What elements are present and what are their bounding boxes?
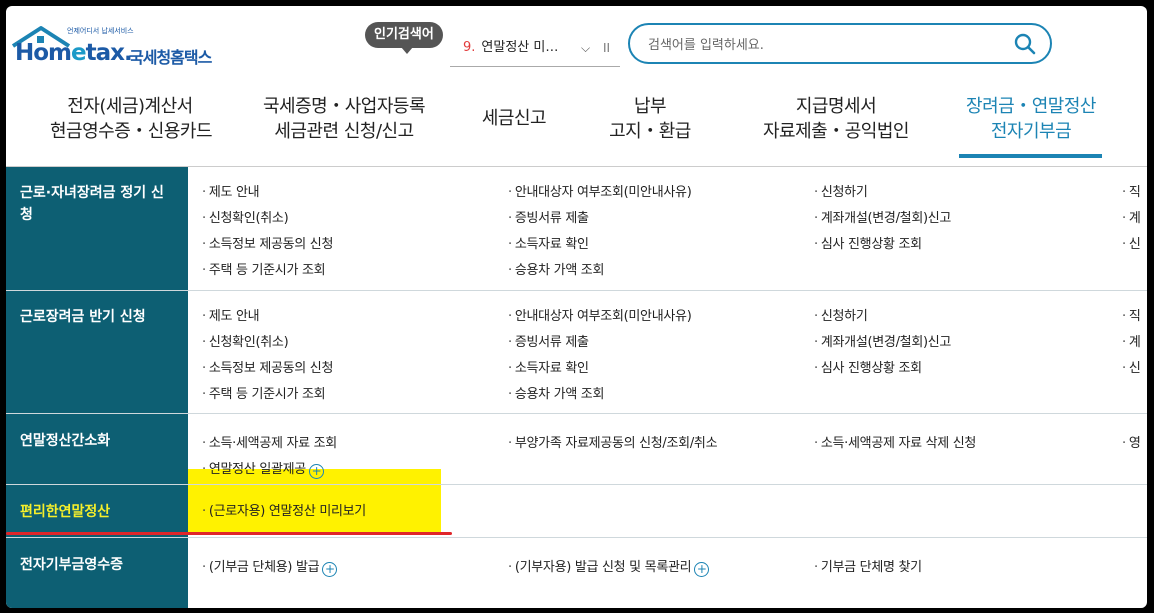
menu-row-highlighted: 편리한연말정산 (근로자용) 연말정산 미리보기: [6, 485, 1147, 538]
red-underline-annotation: [6, 532, 452, 535]
menu-link[interactable]: 신청하기: [814, 181, 868, 200]
nav-tab-payment-statement[interactable]: 지급명세서 자료제출・공익법인: [746, 94, 926, 144]
hometax-logo[interactable]: 언제어디서 납세서비스 Hometax. 국세청홈택스: [11, 24, 226, 72]
menu-link[interactable]: 계: [1122, 207, 1141, 226]
menu-link[interactable]: 기부금 단체명 찾기: [814, 556, 922, 575]
pause-icon[interactable]: II: [603, 30, 610, 66]
nav-tab-payment[interactable]: 납부 고지・환급: [600, 94, 700, 144]
menu-link[interactable]: 소득·세액공제 자료 조회: [202, 432, 337, 451]
nav-tab-tax-return[interactable]: 세금신고: [474, 106, 554, 131]
row-title[interactable]: 전자기부금영수증: [6, 538, 188, 608]
chevron-down-icon[interactable]: ⌵: [581, 30, 590, 66]
menu-link[interactable]: 신: [1122, 233, 1141, 252]
menu-link[interactable]: 영: [1122, 432, 1141, 451]
plus-icon[interactable]: +: [322, 562, 338, 577]
ranking-term[interactable]: 연말정산 미…: [481, 40, 558, 55]
search-input[interactable]: [646, 33, 1010, 57]
menu-link[interactable]: 소득정보 제공동의 신청: [202, 357, 334, 376]
nav-tab-year-end-settlement[interactable]: 장려금・연말정산 전자기부금: [956, 94, 1106, 144]
main-navigation: 전자(세금)계산서 현금영수증・신용카드 국세증명・사업자등록 세금관련 신청/신고…: [6, 90, 1147, 167]
menu-link[interactable]: 심사 진행상황 조회: [814, 233, 922, 252]
menu-link[interactable]: 심사 진행상황 조회: [814, 357, 922, 376]
menu-link[interactable]: 소득·세액공제 자료 삭제 신청: [814, 432, 977, 451]
menu-link[interactable]: 제도 안내: [202, 305, 260, 324]
row-title[interactable]: 편리한연말정산: [6, 485, 188, 537]
logo-wordmark: Hometax.: [15, 40, 133, 66]
menu-link[interactable]: 소득자료 확인: [508, 233, 589, 252]
menu-row: 연말정산간소화 소득·세액공제 자료 조회 연말정산 일괄제공+ 부양가족 자료…: [6, 414, 1147, 485]
nav-tab-certificates[interactable]: 국세증명・사업자등록 세금관련 신청/신고: [244, 94, 444, 144]
menu-link[interactable]: 소득정보 제공동의 신청: [202, 233, 334, 252]
menu-link[interactable]: 계좌개설(변경/철회)신고: [814, 331, 952, 350]
search-icon[interactable]: [1014, 33, 1036, 55]
menu-link[interactable]: 계: [1122, 331, 1141, 350]
menu-link[interactable]: 승용차 가액 조회: [508, 259, 605, 278]
menu-link[interactable]: 직: [1122, 305, 1141, 324]
plus-icon[interactable]: +: [694, 562, 710, 577]
popular-search-ranking[interactable]: 9. 연말정산 미… ⌵ II: [450, 30, 620, 67]
menu-link[interactable]: 신청확인(취소): [202, 331, 289, 350]
plus-icon[interactable]: +: [308, 464, 324, 479]
menu-link[interactable]: 주택 등 기준시가 조회: [202, 259, 326, 278]
menu-link[interactable]: (기부금 단체용) 발급+: [202, 556, 338, 577]
menu-link[interactable]: 부양가족 자료제공동의 신청/조회/취소: [508, 432, 718, 451]
menu-link[interactable]: 신청확인(취소): [202, 207, 289, 226]
menu-link[interactable]: 직: [1122, 181, 1141, 200]
menu-link[interactable]: 연말정산 일괄제공+: [202, 458, 324, 479]
menu-link[interactable]: 주택 등 기준시가 조회: [202, 383, 326, 402]
row-title[interactable]: 근로·자녀장려금 정기 신청: [6, 167, 188, 290]
popular-search-badge: 인기검색어: [365, 22, 443, 54]
nav-tab-e-invoice[interactable]: 전자(세금)계산서 현금영수증・신용카드: [50, 94, 213, 144]
search-bar: [628, 23, 1052, 64]
menu-link[interactable]: 소득자료 확인: [508, 357, 589, 376]
menu-link[interactable]: 승용차 가액 조회: [508, 383, 605, 402]
menu-row: 근로장려금 반기 신청 제도 안내 신청확인(취소) 소득정보 제공동의 신청 …: [6, 291, 1147, 414]
menu-row: 전자기부금영수증 (기부금 단체용) 발급+ (기부자용) 발급 신청 및 목록…: [6, 538, 1147, 608]
ranking-number: 9.: [463, 40, 476, 55]
menu-link[interactable]: 증빙서류 제출: [508, 207, 589, 226]
menu-link[interactable]: 신: [1122, 357, 1141, 376]
menu-link[interactable]: 안내대상자 여부조회(미안내사유): [508, 181, 692, 200]
menu-link[interactable]: 안내대상자 여부조회(미안내사유): [508, 305, 692, 324]
row-title[interactable]: 근로장려금 반기 신청: [6, 291, 188, 413]
logo-tagline: 언제어디서 납세서비스: [67, 27, 134, 35]
logo-korean-name: 국세청홈택스: [129, 48, 212, 67]
menu-link[interactable]: 증빙서류 제출: [508, 331, 589, 350]
menu-link[interactable]: 계좌개설(변경/철회)신고: [814, 207, 952, 226]
menu-link[interactable]: 제도 안내: [202, 181, 260, 200]
active-tab-underline: [959, 154, 1102, 158]
menu-link[interactable]: (근로자용) 연말정산 미리보기: [202, 500, 366, 519]
hometax-page: 언제어디서 납세서비스 Hometax. 국세청홈택스 인기검색어 9. 연말정산…: [6, 6, 1147, 608]
menu-row: 근로·자녀장려금 정기 신청 제도 안내 신청확인(취소) 소득정보 제공동의 …: [6, 167, 1147, 291]
menu-link[interactable]: 신청하기: [814, 305, 868, 324]
row-title[interactable]: 연말정산간소화: [6, 414, 188, 484]
menu-link[interactable]: (기부자용) 발급 신청 및 목록관리+: [508, 556, 710, 577]
